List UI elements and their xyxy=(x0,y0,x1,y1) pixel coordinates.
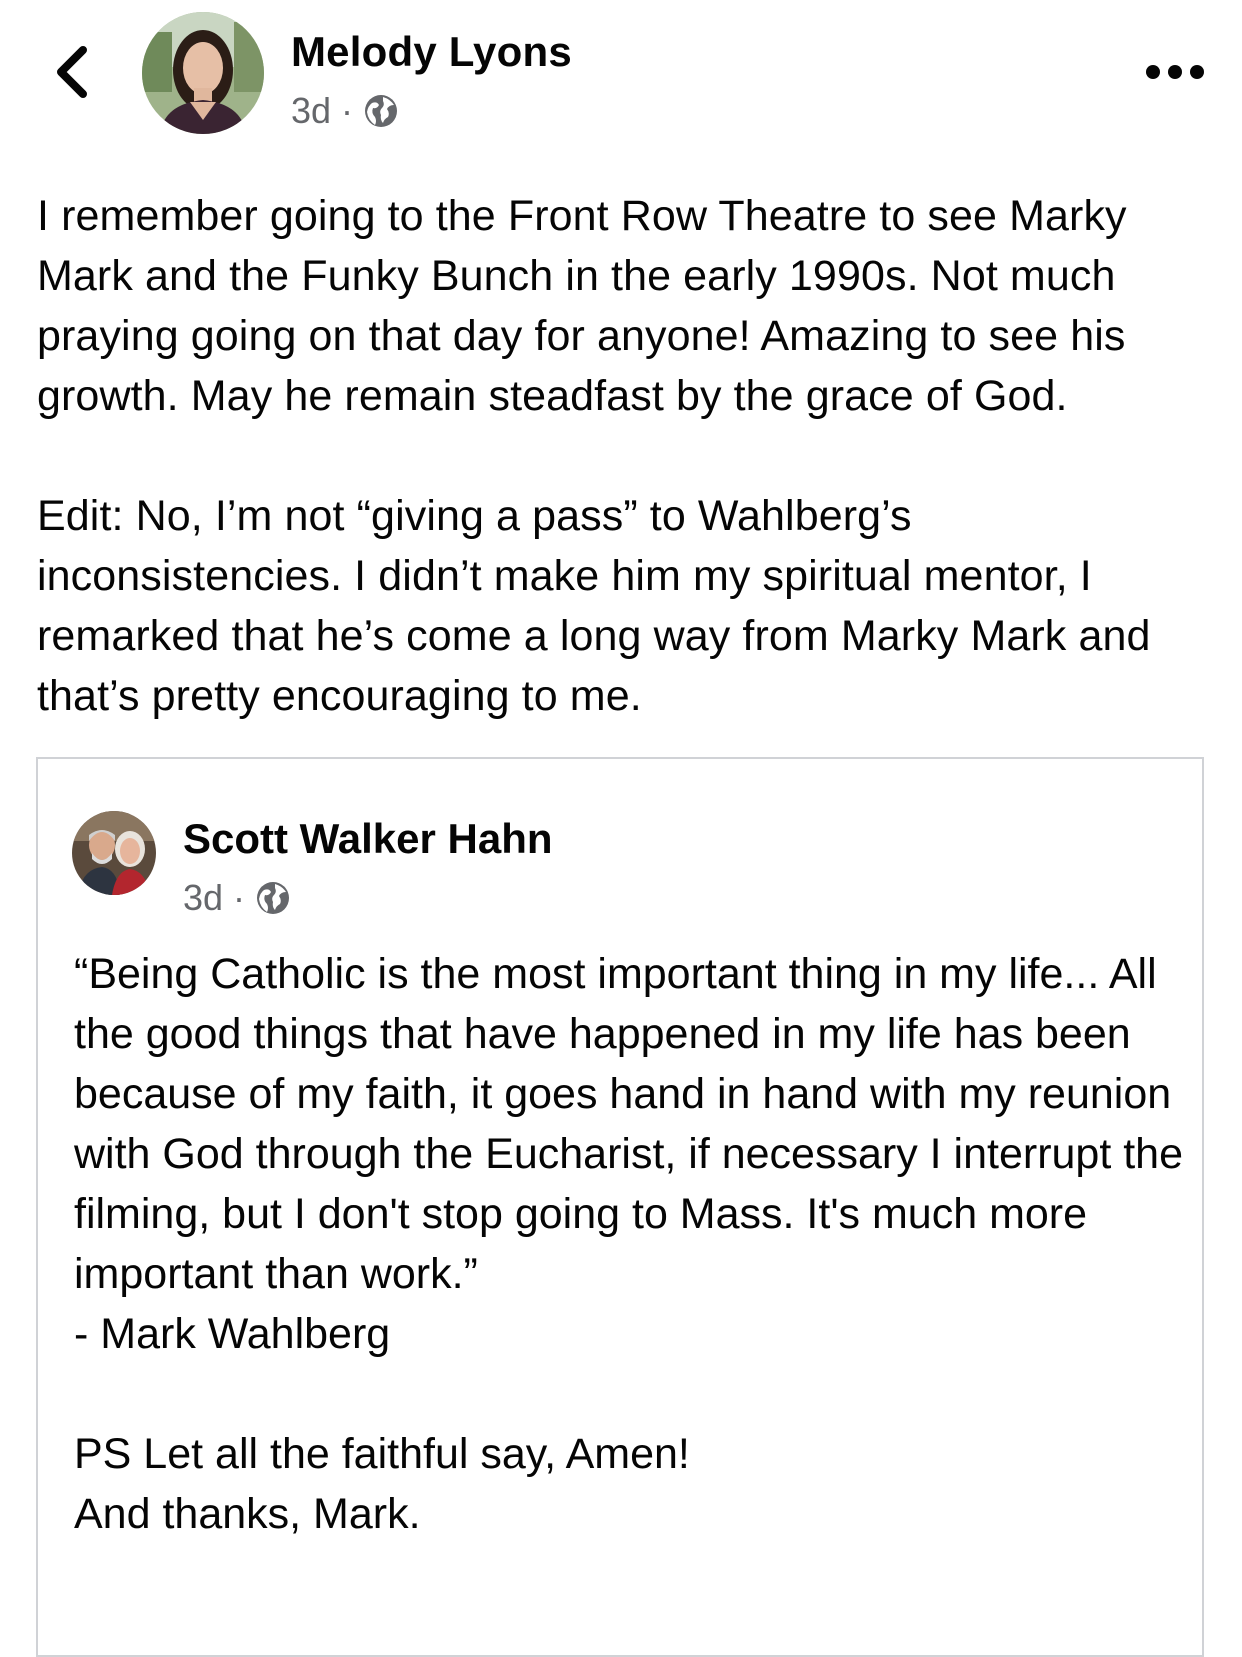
avatar-image xyxy=(142,12,264,134)
more-options-button[interactable] xyxy=(1140,50,1210,94)
shared-meta-separator: · xyxy=(233,877,246,918)
shared-quote-paragraph: “Being Catholic is the most important th… xyxy=(74,950,1184,1358)
post-edit-paragraph: Edit: No, I’m not “giving a pass” to Wah… xyxy=(37,492,1151,720)
shared-ps-paragraph: PS Let all the faithful say, Amen! And t… xyxy=(74,1430,690,1538)
more-horizontal-icon xyxy=(1146,65,1204,79)
meta-separator: · xyxy=(341,90,354,131)
post-meta: 3d · xyxy=(291,90,399,132)
shared-post-card[interactable]: Scott Walker Hahn 3d · “Being Catholic i… xyxy=(36,757,1204,1657)
shared-post-meta: 3d · xyxy=(183,877,291,919)
author-name[interactable]: Melody Lyons xyxy=(291,28,572,76)
shared-author-name[interactable]: Scott Walker Hahn xyxy=(183,815,553,863)
back-button[interactable] xyxy=(44,40,100,104)
globe-icon[interactable] xyxy=(255,880,291,916)
post-header: Melody Lyons 3d · xyxy=(0,0,1242,150)
chevron-left-icon xyxy=(57,46,87,98)
shared-post-body: “Being Catholic is the most important th… xyxy=(74,944,1184,1544)
shared-post-time[interactable]: 3d xyxy=(183,877,223,919)
post-time[interactable]: 3d xyxy=(291,90,331,132)
shared-avatar-image xyxy=(72,811,156,895)
post-paragraph: I remember going to the Front Row Theatr… xyxy=(37,192,1127,420)
shared-author-avatar[interactable] xyxy=(72,811,156,895)
globe-icon[interactable] xyxy=(363,93,399,129)
author-avatar[interactable] xyxy=(142,12,264,134)
post-body: I remember going to the Front Row Theatr… xyxy=(37,186,1227,726)
